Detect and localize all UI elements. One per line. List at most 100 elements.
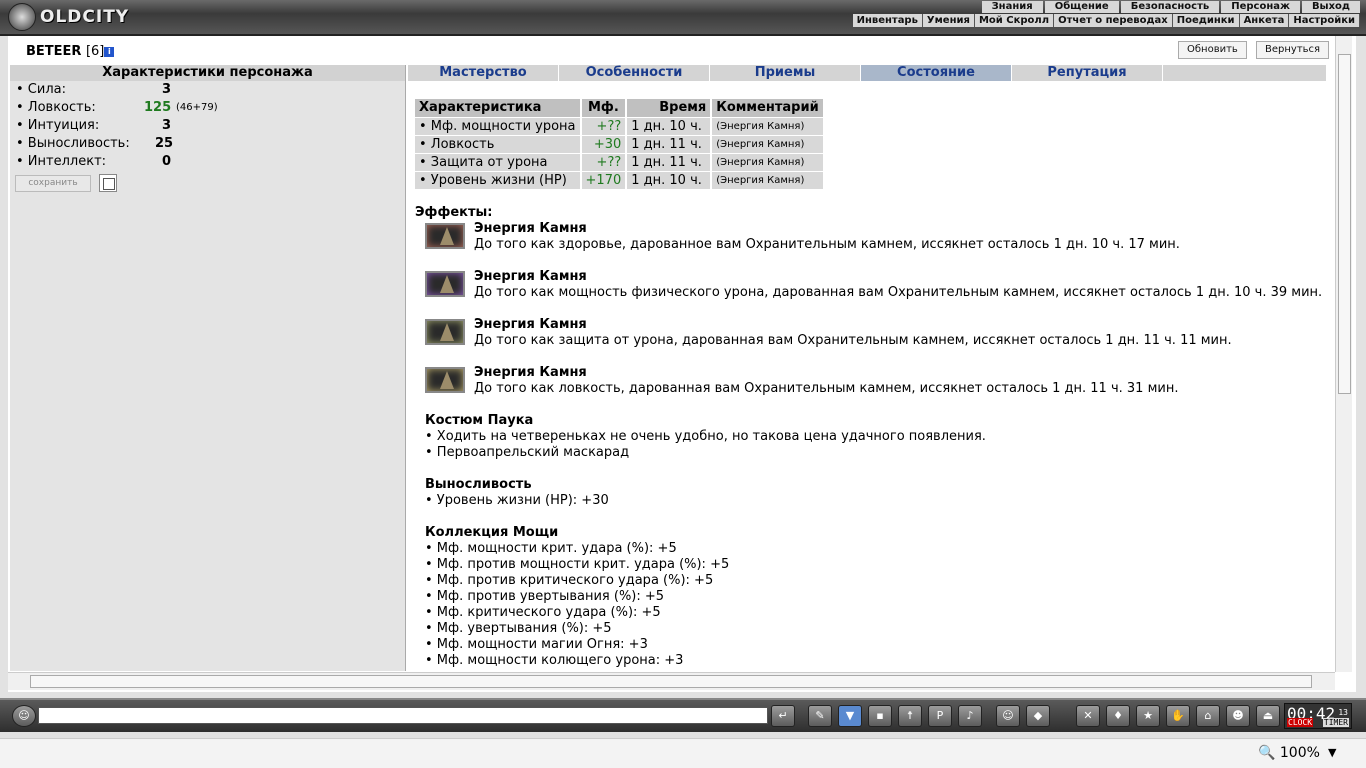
save-button[interactable]: сохранить [15,175,91,192]
zoom-value: 100% [1279,745,1320,761]
zoom-level[interactable]: 🔍 100% [1258,745,1320,761]
stat-endurance: • Выносливость: 25 [10,135,405,153]
menu-exit[interactable]: Выход [1301,1,1360,13]
friends-icon[interactable]: ☻ [1226,705,1250,727]
horizontal-scrollbar[interactable] [8,672,1335,690]
tab-state[interactable]: Состояние [861,65,1012,81]
cell-name: • Защита от урона [415,152,582,171]
cell-mf: +?? [580,152,628,171]
stone-energy-icon[interactable] [425,367,465,393]
chevron-down-icon[interactable]: ▼ [1328,746,1336,759]
effect-item: Энергия Камня До того как защита от урон… [415,317,1330,365]
eraser-icon[interactable]: ✎ [808,705,832,727]
scroll-thumb[interactable] [30,675,1312,688]
table-header: Характеристика Мф. Время Комментарий [415,99,825,117]
cell-name: • Мф. мощности урона [415,116,582,135]
group-line: • Мф. против увертывания (%): +5 [425,589,665,604]
submenu-skills[interactable]: Умения [923,14,975,27]
group-line: • Мф. критического удара (%): +5 [425,605,661,620]
smiley-icon[interactable]: ☺ [996,705,1020,727]
send-icon[interactable]: ↵ [771,705,795,727]
stone-energy-icon[interactable] [425,223,465,249]
submenu-inventory[interactable]: Инвентарь [853,14,923,27]
stat-label: • Ловкость: [16,100,96,115]
home-icon[interactable]: ⌂ [1196,705,1220,727]
scroll-thumb[interactable] [1338,54,1351,394]
group-line: • Первоапрельский маскарад [425,445,630,460]
filter-icon[interactable]: ▼ [838,705,862,727]
stat-label: • Интуиция: [16,118,100,133]
exit-icon[interactable]: ⏏ [1256,705,1280,727]
menu-knowledge[interactable]: Знания [981,1,1043,13]
bag-icon[interactable]: ♦ [1106,705,1130,727]
back-button[interactable]: Вернуться [1256,41,1330,59]
cell-comment: (Энергия Камня) [711,134,825,153]
menu-security[interactable]: Безопасность [1120,1,1220,13]
submenu-profile[interactable]: Анкета [1240,14,1290,27]
stone-energy-icon[interactable] [425,319,465,345]
stat-value: 3 [162,118,172,133]
group-power-collection: Коллекция Мощи • Мф. мощности крит. удар… [415,525,1330,669]
chat-input[interactable] [38,707,768,724]
cell-comment: (Энергия Камня) [711,170,825,189]
tab-bar: Мастерство Особенности Приемы Состояние … [408,65,1326,81]
stat-label: • Интеллект: [16,154,107,169]
group-title: Коллекция Мощи [425,525,559,540]
col-characteristic: Характеристика [415,99,582,117]
menu-social[interactable]: Общение [1044,1,1119,13]
timer-label[interactable]: TIMER [1322,718,1349,727]
group-line: • Мф. мощности крит. удара (%): +5 [425,541,677,556]
tab-techniques[interactable]: Приемы [710,65,861,81]
menu-character[interactable]: Персонаж [1221,1,1300,13]
swords-icon[interactable]: ✕ [1076,705,1100,727]
character-nick[interactable]: BETEER [26,44,81,59]
effects-heading: Эффекты: [415,205,493,220]
col-time: Время [626,99,713,117]
group-line: • Мф. мощности колющего урона: +3 [425,653,684,668]
sound-icon[interactable]: ♪ [958,705,982,727]
info-icon[interactable]: i [104,47,115,57]
stone-energy-icon[interactable] [425,271,465,297]
clock-label[interactable]: CLOCK [1287,718,1314,727]
helmet-icon[interactable]: ◆ [1026,705,1050,727]
tab-mastery[interactable]: Мастерство [408,65,559,81]
effect-desc: До того как защита от урона, дарованная … [474,333,1232,348]
submenu-settings[interactable]: Настройки [1289,14,1360,27]
private-icon[interactable]: P [928,705,952,727]
submenu-fights[interactable]: Поединки [1173,14,1240,27]
clock-seconds: 13 [1338,708,1348,717]
effect-title: Энергия Камня [474,317,587,332]
vertical-scrollbar[interactable] [1335,36,1352,672]
game-clock[interactable]: 00:42 13 CLOCK TIMER [1284,703,1352,729]
chat-head-icon[interactable]: ☺ [12,705,36,727]
table-row: • Защита от урона +?? 1 дн. 11 ч. (Энерг… [415,152,825,171]
badge-icon[interactable]: ★ [1136,705,1160,727]
col-mf: Мф. [580,99,628,117]
stat-value: 0 [162,154,172,169]
save-checkbox[interactable] [99,174,117,192]
group-line: • Мф. против критического удара (%): +5 [425,573,714,588]
cell-mf: +?? [580,116,628,135]
top-bar: OLDCITY Знания Общение Безопасность Перс… [0,0,1366,36]
cell-name: • Ловкость [415,134,582,153]
effect-desc: До того как ловкость, дарованная вам Охр… [474,381,1179,396]
running-man-icon[interactable]: ☨ [898,705,922,727]
hand-icon[interactable]: ✋ [1166,705,1190,727]
effect-desc: До того как здоровье, дарованное вам Охр… [474,237,1180,252]
character-name: BETEER [6] i [26,44,115,59]
cell-mf: +170 [580,170,628,189]
effect-title: Энергия Камня [474,221,587,236]
tab-reputation[interactable]: Репутация [1012,65,1163,81]
group-line: • Мф. увертывания (%): +5 [425,621,612,636]
tab-features[interactable]: Особенности [559,65,710,81]
browser-status-bar: 🔍 100% ▼ [0,738,1366,768]
save-log-icon[interactable]: ▪ [868,705,892,727]
zoom-icon: 🔍 [1258,745,1276,761]
submenu-scroll[interactable]: Мой Скролл [975,14,1055,27]
logo[interactable]: OLDCITY [8,2,129,32]
character-level: [6] [85,44,105,59]
stat-label: • Сила: [16,82,66,97]
refresh-button[interactable]: Обновить [1178,41,1247,59]
cell-mf: +30 [580,134,628,153]
submenu-transfers[interactable]: Отчет о переводах [1054,14,1173,27]
